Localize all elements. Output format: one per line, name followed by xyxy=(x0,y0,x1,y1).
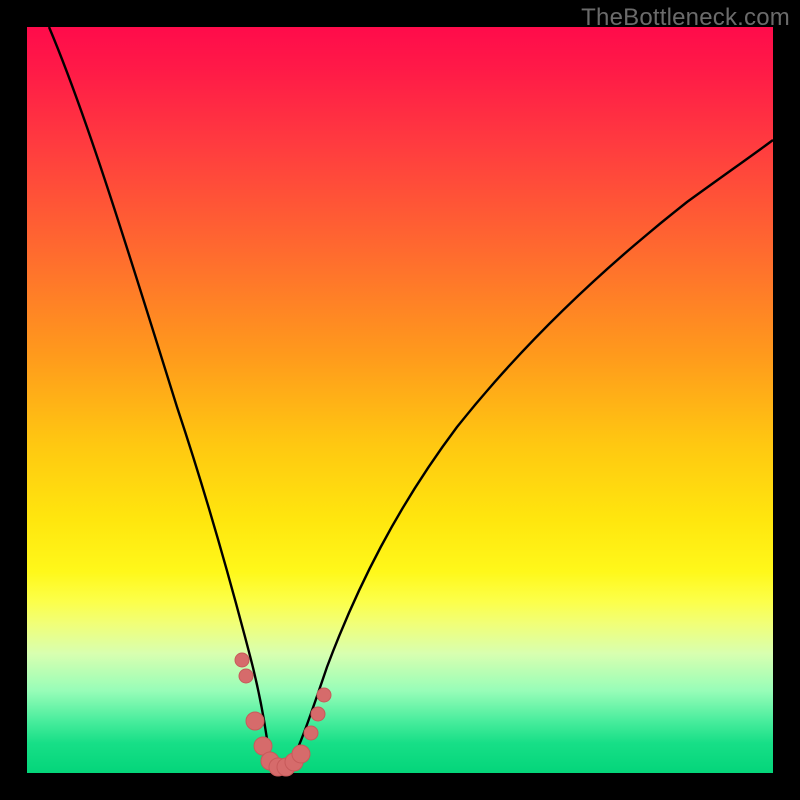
marker-dot xyxy=(311,707,325,721)
marker-dot xyxy=(304,726,318,740)
chart-svg xyxy=(27,27,773,773)
marker-dot xyxy=(235,653,249,667)
watermark-text: TheBottleneck.com xyxy=(581,4,790,32)
marker-group xyxy=(235,653,331,776)
marker-dot xyxy=(239,669,253,683)
marker-dot xyxy=(292,745,310,763)
curve-path xyxy=(49,27,773,771)
marker-dot xyxy=(317,688,331,702)
plot-area xyxy=(27,27,773,773)
outer-frame: TheBottleneck.com xyxy=(0,0,800,800)
marker-dot xyxy=(246,712,264,730)
